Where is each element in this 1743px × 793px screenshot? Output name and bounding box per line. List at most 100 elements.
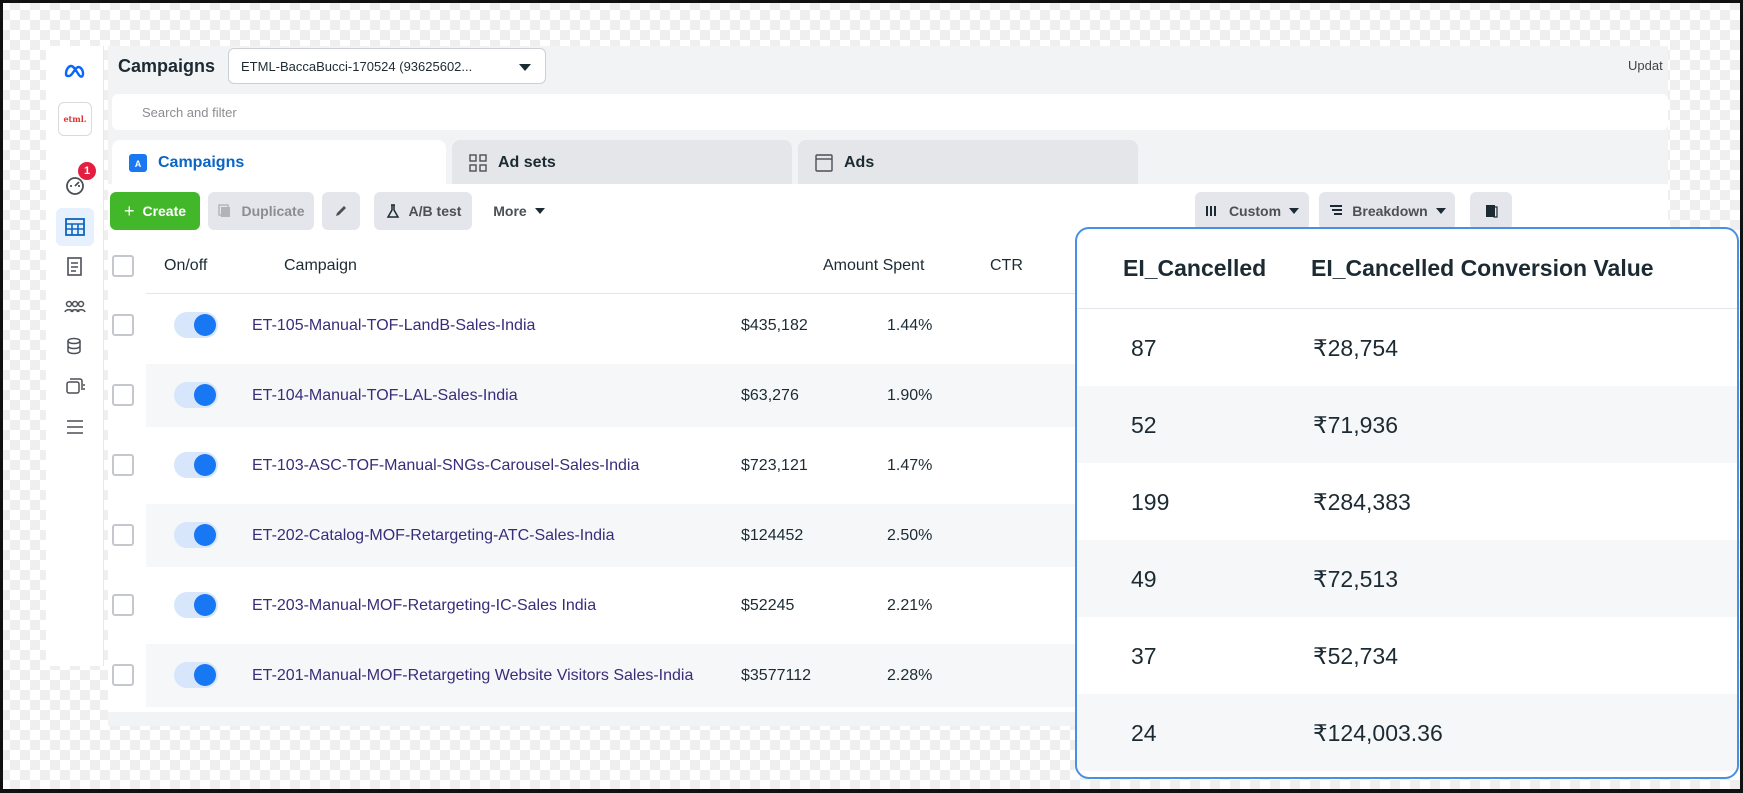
select-all-checkbox[interactable] [112,255,134,277]
row-checkbox[interactable] [112,524,134,546]
tab-label: Campaigns [158,154,245,171]
tab-ads[interactable]: Ads [798,140,1138,186]
panel-row: 199 ₹284,383 [1077,463,1737,540]
columns-label: Custom [1228,203,1282,219]
update-status: Updat [1628,58,1663,73]
ctr-cell: 2.28% [887,666,933,684]
row-checkbox[interactable] [112,594,134,616]
columns-icon [1205,206,1216,216]
duplicate-button[interactable]: Duplicate [208,192,314,230]
tab-label: Ads [844,154,875,171]
campaign-name-link[interactable]: ET-201-Manual-MOF-Retargeting Website Vi… [252,644,693,707]
row-checkbox[interactable] [112,314,134,336]
media-library-icon[interactable] [56,368,94,406]
campaign-name-link[interactable]: ET-103-ASC-TOF-Manual-SNGs-Carousel-Sale… [252,434,639,497]
reports-icon[interactable] [56,248,94,286]
toggle-knob [194,664,216,686]
campaign-name-link[interactable]: ET-105-Manual-TOF-LandB-Sales-India [252,294,535,357]
account-selector-label: ETML-BaccaBucci-170524 (93625602... [241,59,473,74]
ab-test-button[interactable]: A/B test [374,192,472,230]
meta-logo-icon[interactable] [56,52,94,90]
row-checkbox[interactable] [112,664,134,686]
audiences-icon[interactable] [56,288,94,326]
columns-dropdown[interactable]: Custom [1195,192,1309,230]
column-header-campaign[interactable]: Campaign [284,238,357,294]
row-checkbox[interactable] [112,454,134,476]
campaign-name-link[interactable]: ET-202-Catalog-MOF-Retargeting-ATC-Sales… [252,504,615,567]
tab-campaigns[interactable]: A Campaigns [112,140,446,186]
amount-spent-cell: $124452 [741,526,804,544]
ei-cancelled-cell: 24 [1131,720,1157,746]
amount-spent-cell: $3577112 [741,666,811,684]
notifications-icon[interactable]: 1 [56,162,96,204]
meta-infinity-icon [64,64,85,78]
svg-text:A: A [135,159,142,169]
table-grid-icon [65,218,85,236]
campaign-toggle[interactable] [174,452,218,478]
campaign-toggle[interactable] [174,382,218,408]
column-header-ei-cancelled-value: EI_Cancelled Conversion Value [1311,255,1654,281]
breakdown-label: Breakdown [1352,203,1428,219]
column-header-ei-cancelled: EI_Cancelled [1123,255,1267,281]
ei-cancelled-cell: 52 [1131,412,1157,438]
plus-icon: + [123,200,135,221]
campaign-toggle[interactable] [174,662,218,688]
coins-stack-icon [67,337,81,355]
ads-icon [815,154,833,172]
cancelled-metrics-panel: EI_Cancelled EI_Cancelled Conversion Val… [1075,227,1739,779]
ads-manager-table-icon[interactable] [56,208,94,246]
campaign-toggle[interactable] [174,592,218,618]
panel-row: 87 ₹28,754 [1077,309,1737,386]
account-avatar[interactable]: etml. [56,100,94,138]
all-tools-menu-icon[interactable] [56,408,94,446]
ctr-cell: 2.21% [887,596,933,614]
notification-badge: 1 [78,162,96,180]
search-input[interactable]: Search and filter [112,94,1668,130]
chevron-down-icon [534,208,545,214]
amount-spent-cell: $723,121 [741,456,808,474]
campaign-name-link[interactable]: ET-203-Manual-MOF-Retargeting-IC-Sales I… [252,574,596,637]
column-header-onoff[interactable]: On/off [164,238,207,294]
amount-spent-cell: $435,182 [741,316,808,334]
layers-icon [66,378,85,394]
ei-cancelled-cell: 199 [1131,489,1170,515]
ei-cancelled-cell: 87 [1131,335,1157,361]
panel-row: 24 ₹124,003.36 [1077,694,1737,771]
create-label: Create [142,203,187,219]
ei-cancelled-value-cell: ₹72,513 [1313,566,1398,592]
breakdown-dropdown[interactable]: Breakdown [1319,192,1455,230]
campaigns-icon: A [129,154,147,172]
chevron-down-icon [519,64,531,71]
breakdown-icon [1330,205,1343,215]
column-header-amount-spent[interactable]: Amount Spent [823,238,924,294]
hamburger-icon [67,420,83,434]
campaign-toggle[interactable] [174,312,218,338]
more-label: More [493,203,527,219]
account-selector[interactable]: ETML-BaccaBucci-170524 (93625602... [228,48,546,84]
ctr-cell: 1.44% [887,316,933,334]
edit-button[interactable] [322,192,360,230]
ab-test-label: A/B test [408,203,462,219]
create-button[interactable]: + Create [110,192,200,230]
report-icon [1486,205,1498,218]
campaign-toggle[interactable] [174,522,218,548]
toggle-knob [194,384,216,406]
column-header-ctr[interactable]: CTR [990,238,1023,294]
top-bar: Campaigns ETML-BaccaBucci-170524 (936256… [108,46,1668,96]
toggle-knob [194,524,216,546]
campaign-name-link[interactable]: ET-104-Manual-TOF-LAL-Sales-India [252,364,518,427]
account-logo: etml. [58,102,92,136]
ei-cancelled-value-cell: ₹71,936 [1313,412,1398,438]
ei-cancelled-value-cell: ₹284,383 [1313,489,1411,515]
row-checkbox[interactable] [112,384,134,406]
tab-ad-sets[interactable]: Ad sets [452,140,792,186]
flask-icon [386,204,399,218]
ei-cancelled-value-cell: ₹124,003.36 [1313,720,1443,746]
more-dropdown[interactable]: More [484,192,554,230]
ei-cancelled-cell: 37 [1131,643,1157,669]
ctr-cell: 1.90% [887,386,933,404]
reports-button[interactable] [1470,192,1512,230]
panel-row: 52 ₹71,936 [1077,386,1737,463]
toggle-knob [194,594,216,616]
billing-icon[interactable] [56,328,94,366]
